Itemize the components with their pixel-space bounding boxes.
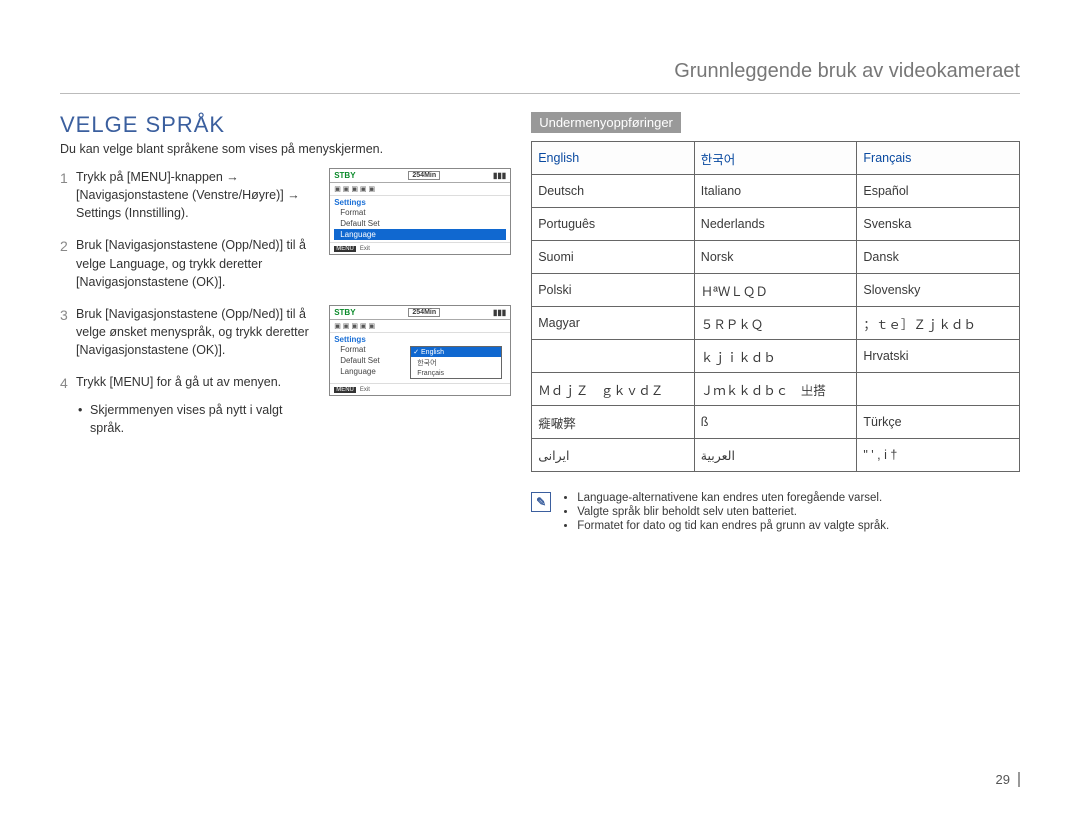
osd-screenshot-1: STBY 254Min ▮▮▮ ▣ ▣ ▣ ▣ ▣ Settings Forma… [329,168,511,255]
breadcrumb: Grunnleggende bruk av videokameraet [60,60,1020,94]
osd-sub-option: Français [411,369,501,378]
language-cell: Dansk [857,241,1020,274]
language-cell: ایرانی [532,439,695,472]
osd-exit: MENUExit [330,242,510,254]
language-cell: " ' , i † [857,439,1020,472]
osd-icon-row: ▣ ▣ ▣ ▣ ▣ [330,320,510,333]
step-text: Trykk på [MENU]-knappen → [Navigasjonsta… [76,168,319,222]
language-cell: Deutsch [532,175,695,208]
osd-time: 254Min [408,171,440,180]
language-cell: ＭｄｊＺ ｇｋｖｄＺ [532,373,695,406]
osd-settings-label: Settings [334,335,506,344]
osd-exit: MENUExit [330,383,510,395]
osd-stby: STBY [334,308,355,317]
osd-item: Format [334,207,506,218]
osd-icon-row: ▣ ▣ ▣ ▣ ▣ [330,183,510,196]
language-cell: Magyar [532,307,695,340]
note-item: Formatet for dato og tid kan endres på g… [577,520,889,532]
note-item: Valgte språk blir beholdt selv uten batt… [577,506,889,518]
language-table: English한국어Français DeutschItalianoEspañol… [531,141,1020,472]
language-cell: ；ｔｅ］Ｚｊｋｄｂ [857,307,1020,340]
language-cell: ｋｊｉｋｄｂ [694,340,857,373]
submenu-chip: Undermenyoppføringer [531,112,681,133]
battery-icon: ▮▮▮ [493,171,506,180]
language-cell: Svenska [857,208,1020,241]
language-cell: ５ＲＰｋＱ [694,307,857,340]
note-icon: ✎ [531,492,551,512]
language-cell: Suomi [532,241,695,274]
osd-stby: STBY [334,171,355,180]
language-cell: Nederlands [694,208,857,241]
battery-icon: ▮▮▮ [493,308,506,317]
step-number: 2 [60,236,76,290]
step-bullet: Skjermmenyen vises på nytt i valgt språk… [76,401,319,437]
osd-settings-label: Settings [334,198,506,207]
section-title: VELGE SPRÅK [60,112,511,138]
step-number: 3 [60,305,76,359]
step-text: Bruk [Navigasjonstastene (Opp/Ned)] til … [76,305,319,359]
osd-sub-selected: ✓ English [411,347,501,357]
language-cell: Norsk [694,241,857,274]
language-cell [857,373,1020,406]
language-cell: ＨªＷＬＱＤ [694,274,857,307]
step-number: 4 [60,373,76,437]
step-text: Bruk [Navigasjonstastene (Opp/Ned)] til … [76,236,319,290]
language-cell [532,340,695,373]
osd-time: 254Min [408,308,440,317]
osd-sub-option: 한국어 [411,357,501,369]
language-cell: English [532,142,695,175]
language-cell: Français [857,142,1020,175]
language-cell: Português [532,208,695,241]
page-number: 29 [996,772,1020,787]
language-cell: Slovensky [857,274,1020,307]
step-text: Trykk [MENU] for å gå ut av menyen. [76,375,281,389]
note-item: Language-alternativene kan endres uten f… [577,492,889,504]
step-number: 1 [60,168,76,222]
osd-item-selected: Language [334,229,506,240]
osd-item: Default Set [334,218,506,229]
language-cell: ß [694,406,857,439]
language-cell: Español [857,175,1020,208]
language-cell: Italiano [694,175,857,208]
language-cell: Hrvatski [857,340,1020,373]
language-cell: Polski [532,274,695,307]
osd-screenshot-2: STBY 254Min ▮▮▮ ▣ ▣ ▣ ▣ ▣ Settings ✓ Eng… [329,305,511,396]
language-cell: 한국어 [694,142,857,175]
language-cell: 㿅㗞㢣 [532,406,695,439]
language-cell: العربية [694,439,857,472]
language-cell: Ｊｍｋｋｄｂｃ 㞢搭 [694,373,857,406]
section-intro: Du kan velge blant språkene som vises på… [60,142,511,156]
language-cell: Türkçe [857,406,1020,439]
notes-list: Language-alternativene kan endres uten f… [561,492,889,534]
osd-submenu: ✓ English 한국어 Français [410,346,502,379]
